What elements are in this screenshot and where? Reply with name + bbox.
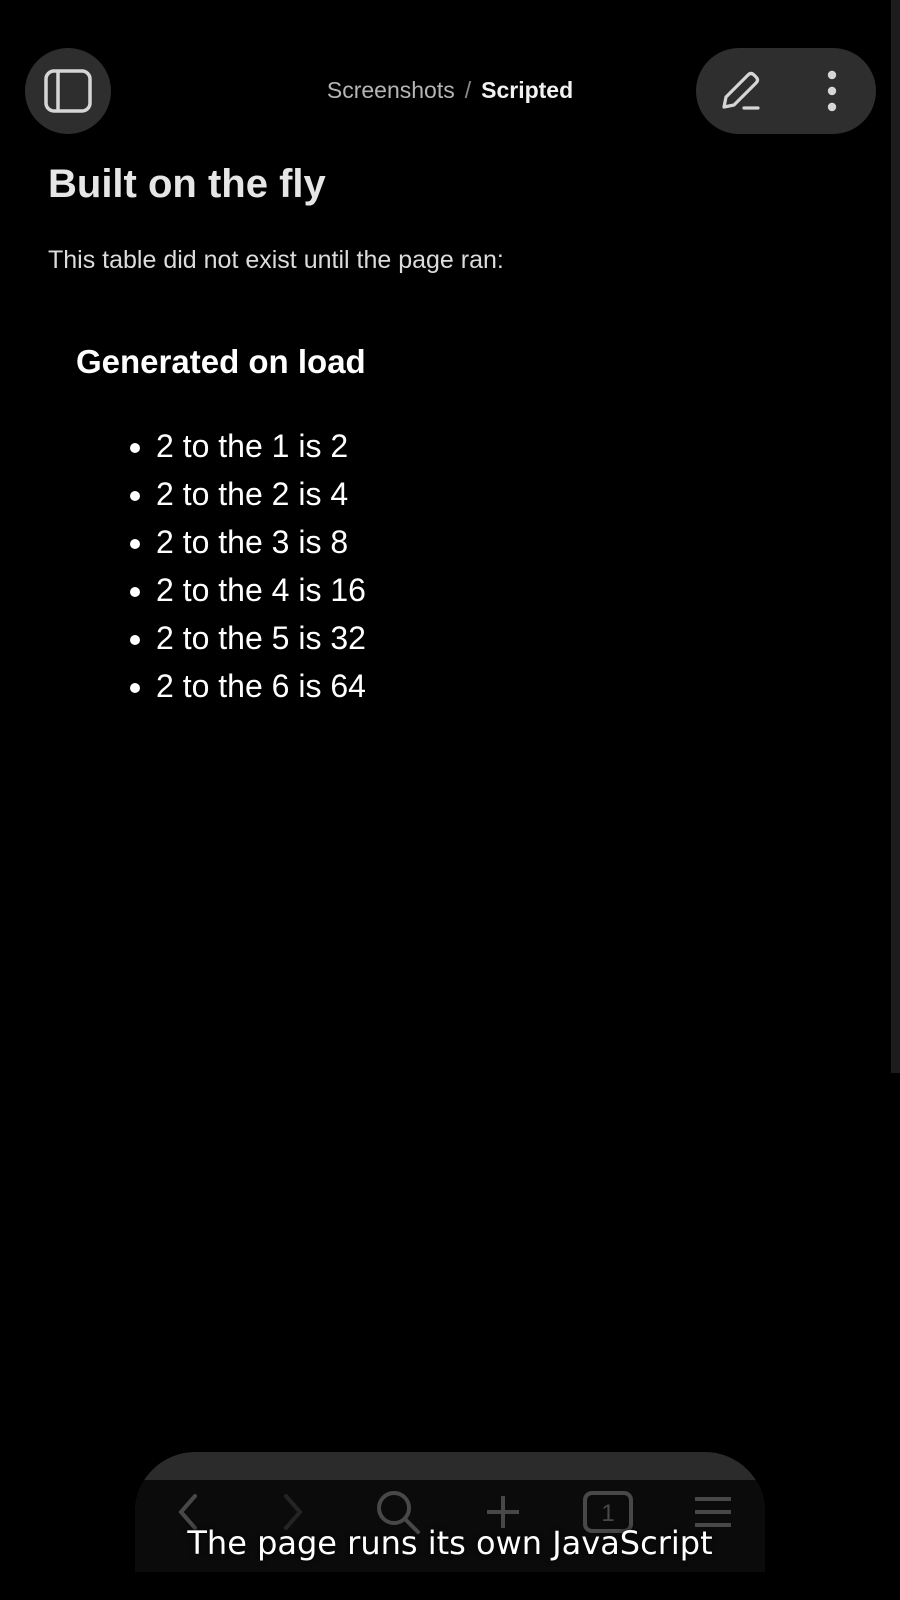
list-item: 2 to the 5 is 32	[156, 614, 776, 662]
breadcrumb-current: Scripted	[481, 77, 574, 103]
pencil-icon	[722, 71, 760, 110]
breadcrumb-separator: /	[464, 77, 472, 103]
caption: The page runs its own JavaScript	[187, 1524, 713, 1562]
powers-list: 2 to the 1 is 2 2 to the 2 is 4 2 to the…	[76, 422, 776, 710]
list-item: 2 to the 6 is 64	[156, 662, 776, 710]
page-title: Built on the fly	[48, 162, 326, 206]
list-item: 2 to the 4 is 16	[156, 566, 776, 614]
breadcrumb-parent[interactable]: Screenshots	[327, 77, 455, 103]
intro-text: This table did not exist until the page …	[48, 246, 504, 274]
scrollbar[interactable]	[891, 0, 900, 1073]
generated-heading: Generated on load	[76, 343, 366, 380]
list-item: 2 to the 2 is 4	[156, 470, 776, 518]
generated-frame: Generated on load 2 to the 1 is 2 2 to t…	[76, 340, 776, 710]
action-pill	[696, 48, 876, 134]
list-item: 2 to the 3 is 8	[156, 518, 776, 566]
list-item: 2 to the 1 is 2	[156, 422, 776, 470]
more-vert-icon	[827, 70, 837, 112]
tab-count: 1	[601, 1500, 614, 1527]
more-options-button[interactable]	[802, 61, 862, 121]
edit-button[interactable]	[710, 61, 770, 121]
